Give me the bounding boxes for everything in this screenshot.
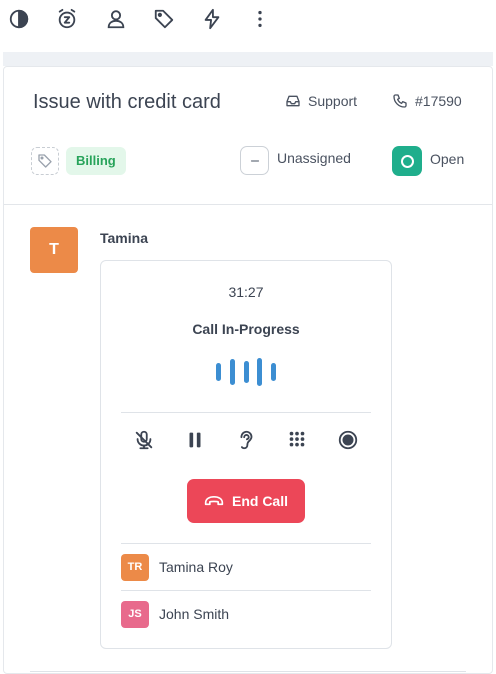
more-icon[interactable] [247,6,273,32]
pause-icon [189,432,201,448]
contrast-icon[interactable] [6,6,32,32]
ticket-number: #17590 [415,93,462,109]
avatar: T [30,227,78,273]
participant-name: John Smith [159,606,230,622]
record-icon [338,430,358,450]
mute-button[interactable] [131,427,157,453]
keypad-button[interactable] [284,427,310,453]
inbox-label: Support [308,93,358,109]
message-author: Tamina [100,230,148,246]
conversation-title: Issue with credit card [33,91,221,113]
divider [121,543,371,544]
section-separator [3,52,493,66]
macro-icon[interactable] [199,6,225,32]
keypad-icon [289,431,305,447]
phone-icon [393,94,407,108]
call-controls [131,427,361,453]
minus-icon [250,159,259,162]
add-label-button[interactable] [31,147,59,175]
status-label[interactable]: Open [430,151,464,167]
participant-name: Tamina Roy [159,559,233,575]
divider [30,671,466,672]
mute-icon [135,430,153,450]
divider [121,412,371,413]
audio-wave-icon [216,357,276,387]
tag-icon[interactable] [151,6,177,32]
hangup-icon [204,496,224,506]
divider [121,590,371,591]
inbox-info[interactable]: Support [285,93,357,109]
status-open-icon [400,154,414,168]
end-call-label: End Call [231,493,288,509]
participant-item: TR Tamina Roy [121,553,371,581]
record-button[interactable] [335,427,361,453]
call-status: Call In-Progress [192,321,300,337]
avatar: TR [121,553,149,581]
call-timer: 31:27 [228,284,264,300]
participant-item: JS John Smith [121,600,371,628]
label-icon [38,154,52,168]
top-toolbar [0,0,496,40]
inbox-icon [286,95,300,107]
user-icon[interactable] [103,6,129,32]
conversation-attributes: Billing Unassigned Open [4,145,492,176]
avatar: JS [121,600,149,628]
conversation-header: Issue with credit card Support #17590 Bi… [4,67,492,205]
snooze-icon[interactable] [54,6,80,32]
hold-button[interactable] [182,427,208,453]
label-badge-billing[interactable]: Billing [66,147,126,175]
status-button[interactable] [392,146,422,176]
listen-button[interactable] [233,427,259,453]
ear-icon [240,430,253,450]
conversation-panel: Issue with credit card Support #17590 Bi… [3,66,493,674]
call-card: 31:27 Call In-Progress End Call TR Tamin… [100,260,392,649]
ticket-info: #17590 [392,93,462,109]
assign-agent-button[interactable] [240,146,269,175]
end-call-button[interactable]: End Call [187,479,305,523]
assignee-label[interactable]: Unassigned [277,150,351,166]
